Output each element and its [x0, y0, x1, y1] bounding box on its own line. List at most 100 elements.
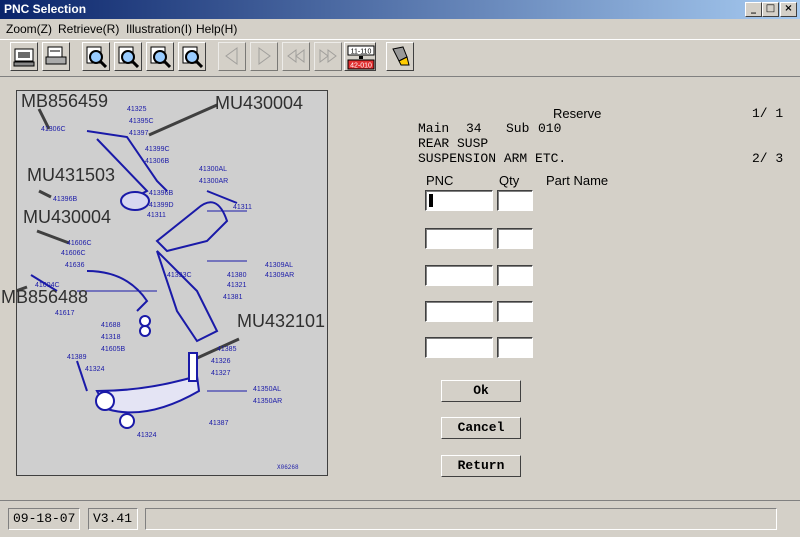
ball-joint: [188, 352, 198, 382]
callout-mu431503[interactable]: MU431503: [27, 165, 115, 186]
hub-outline: [156, 250, 219, 343]
close-button[interactable]: ×: [780, 2, 797, 17]
pnc-input-3[interactable]: [425, 265, 493, 286]
part-label[interactable]: 41300AL: [199, 166, 227, 173]
part-label[interactable]: 41397: [129, 130, 149, 137]
callout-mu432101[interactable]: MU432101: [237, 311, 325, 332]
serial-range-button[interactable]: 11-110 42-010: [344, 42, 376, 71]
qty-input-2[interactable]: [497, 228, 533, 249]
toolbar: 11-110 42-010: [0, 39, 800, 77]
bolt: [206, 190, 238, 204]
part-label[interactable]: 41300AR: [199, 178, 228, 185]
zoom-out-icon: [118, 46, 139, 68]
part-label[interactable]: 41393C: [167, 272, 192, 279]
pnc-input-2[interactable]: [425, 228, 493, 249]
part-label[interactable]: 41605B: [101, 346, 125, 353]
washer: [139, 325, 151, 337]
qty-input-5[interactable]: [497, 337, 533, 358]
lamp-button[interactable]: [386, 42, 414, 71]
main-area: 41325 41306C 41395C 41397 41399C 41306B 41300A…: [0, 76, 800, 498]
callout-mb856459[interactable]: MB856459: [21, 91, 108, 112]
page-indicator-top: 1/ 1: [752, 106, 784, 121]
part-label[interactable]: 41311: [233, 204, 252, 211]
part-label[interactable]: 41380: [227, 272, 247, 279]
qty-input-4[interactable]: [497, 301, 533, 322]
part-label[interactable]: 41321: [227, 282, 247, 289]
menu-retrieve[interactable]: Retrieve(R): [58, 22, 119, 36]
prev-arrow-icon: [225, 47, 238, 65]
return-button[interactable]: Return: [441, 455, 521, 477]
part-label[interactable]: 41325: [127, 106, 147, 113]
illustration-drawing: 41325 41306C 41395C 41397 41399C 41306B 41300A…: [17, 103, 299, 471]
main-value: 34: [466, 121, 482, 136]
part-label[interactable]: 41350AR: [253, 398, 282, 405]
first-page-icon: [287, 49, 305, 63]
part-label[interactable]: 41350AL: [253, 386, 281, 393]
pnc-input-1[interactable]: [425, 190, 493, 211]
part-label[interactable]: 41324: [85, 366, 105, 373]
last-page-button[interactable]: [314, 42, 342, 71]
menu-illustration[interactable]: Illustration(I): [126, 22, 192, 36]
illustration-panel[interactable]: 41325 41306C 41395C 41397 41399C 41306B 41300A…: [1, 90, 328, 476]
serial-bottom-label: 42-010: [350, 63, 372, 70]
part-label[interactable]: 41327: [211, 370, 231, 377]
part-label[interactable]: 41309AR: [265, 272, 294, 279]
first-page-button[interactable]: [282, 42, 310, 71]
status-version: V3.41: [88, 508, 138, 530]
part-label[interactable]: 41606C: [61, 250, 86, 257]
part-label[interactable]: 41395C: [129, 118, 154, 125]
menu-zoom[interactable]: Zoom(Z): [6, 22, 52, 36]
prev-button[interactable]: [218, 42, 246, 71]
part-label[interactable]: 41617: [55, 310, 75, 317]
part-label[interactable]: 41326: [211, 358, 231, 365]
bushing: [119, 413, 135, 429]
part-label[interactable]: 41385: [217, 346, 237, 353]
maximize-button[interactable]: □: [762, 2, 779, 17]
main-label: Main: [418, 121, 450, 136]
minimize-button[interactable]: _: [745, 2, 762, 17]
status-date: 09-18-07: [8, 508, 80, 530]
zoom-in-button[interactable]: [82, 42, 110, 71]
part-label[interactable]: 41306C: [41, 126, 66, 133]
qty-input-3[interactable]: [497, 265, 533, 286]
last-page-icon: [319, 49, 337, 63]
cancel-button[interactable]: Cancel: [441, 417, 521, 439]
callout-line: [36, 229, 70, 245]
zoom-fit-button[interactable]: [146, 42, 174, 71]
part-label[interactable]: 41396B: [149, 190, 173, 197]
part-label[interactable]: 41636: [65, 262, 85, 269]
bushing: [95, 391, 115, 411]
pnc-input-4[interactable]: [425, 301, 493, 322]
print-setup-button[interactable]: [42, 42, 70, 71]
sub-label: Sub: [506, 121, 530, 136]
part-label[interactable]: 41399D: [149, 202, 174, 209]
lamp-icon: [392, 46, 410, 66]
pnc-input-5[interactable]: [425, 337, 493, 358]
part-label[interactable]: 41688: [101, 322, 121, 329]
next-button[interactable]: [250, 42, 278, 71]
ok-button[interactable]: Ok: [441, 380, 521, 402]
part-label[interactable]: 41606C: [67, 240, 92, 247]
part-label[interactable]: 41324: [137, 432, 157, 439]
part-label[interactable]: 41311: [147, 212, 166, 219]
print-button[interactable]: [10, 42, 38, 71]
menu-bar: Zoom(Z) Retrieve(R) Illustration(I) Help…: [0, 19, 800, 39]
menu-help[interactable]: Help(H): [196, 22, 237, 36]
part-label[interactable]: 41309AL: [265, 262, 293, 269]
part-label[interactable]: 41396B: [53, 196, 77, 203]
callout-mb856488[interactable]: MB856488: [1, 287, 88, 308]
part-label[interactable]: 41399C: [145, 146, 170, 153]
zoom-reset-button[interactable]: [178, 42, 206, 71]
callout-mu430004-lower[interactable]: MU430004: [23, 207, 111, 228]
part-label[interactable]: 41306B: [145, 158, 169, 165]
next-arrow-icon: [258, 47, 271, 65]
qty-input-1[interactable]: [497, 190, 533, 211]
part-label[interactable]: 41381: [223, 294, 243, 301]
part-label[interactable]: 41389: [67, 354, 87, 361]
callout-mu430004-upper[interactable]: MU430004: [215, 93, 303, 114]
qty-header: Qty: [499, 173, 520, 188]
zoom-out-button[interactable]: [114, 42, 142, 71]
part-label[interactable]: 41318: [101, 334, 121, 341]
part-label[interactable]: 41387: [209, 420, 229, 427]
print-setup-icon: [45, 46, 67, 65]
